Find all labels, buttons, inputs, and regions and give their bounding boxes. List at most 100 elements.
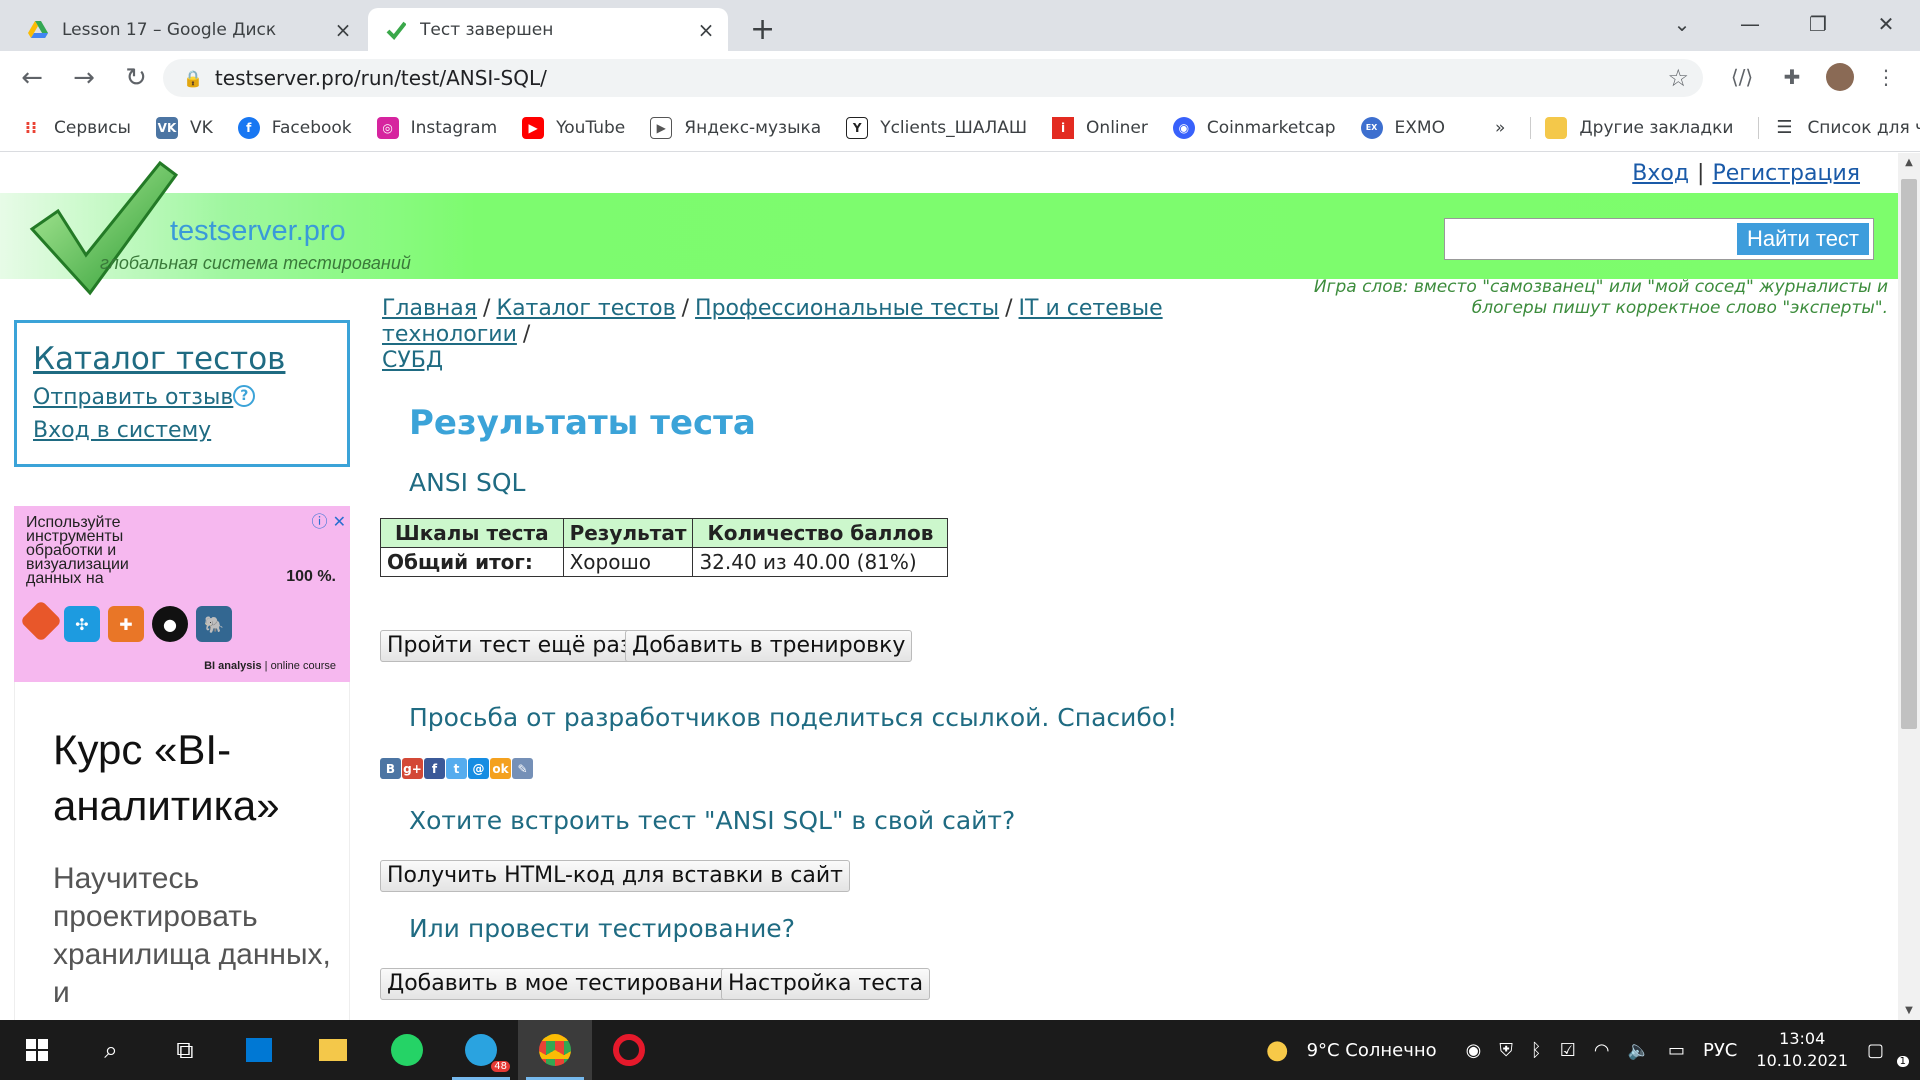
windows-start-icon[interactable] [0,1020,74,1080]
search-button[interactable]: Найти тест [1736,223,1869,255]
close-tab-icon[interactable]: × [696,20,716,40]
file-explorer-icon[interactable] [296,1020,370,1080]
git-icon [19,599,63,643]
tray-app-icon[interactable]: ◉ [1466,1040,1482,1061]
scroll-up-icon[interactable]: ▲ [1898,157,1920,168]
breadcrumb: Главная / Каталог тестов / Профессиональные … [382,296,1262,374]
search-icon[interactable]: ⌕ [74,1020,148,1080]
shield-icon[interactable]: ⛨ [1499,1040,1513,1061]
logo-tagline: глобальная система тестирований [100,253,411,273]
page-scrollbar[interactable]: ▲ ▼ [1898,153,1920,1020]
odnoklassniki-share-icon[interactable]: ok [490,758,511,779]
ad-course[interactable]: Курс «BI-аналитика» Научитесь проектиров… [14,682,350,1020]
whatsapp-icon[interactable] [370,1020,444,1080]
vk-share-icon[interactable]: B [380,758,401,779]
facebook-share-icon[interactable]: f [424,758,445,779]
bookmark-item[interactable]: ◉ Coinmarketcap [1172,116,1336,139]
lock-icon[interactable]: 🔒 [183,69,203,88]
reading-list-button[interactable]: ☰ Список для чтения [1758,116,1920,139]
store-icon[interactable] [222,1020,296,1080]
twitter-share-icon[interactable]: t [446,758,467,779]
folder-icon [1545,116,1568,139]
add-to-my-testing-button[interactable]: Добавить в мое тестирование [380,968,744,1000]
chrome-icon[interactable] [518,1020,592,1080]
extensions-puzzle-icon[interactable]: ✚ [1778,63,1806,91]
mailru-share-icon[interactable]: @ [468,758,489,779]
sidebar-login-link[interactable]: Вход в систему [33,418,331,443]
breadcrumb-home[interactable]: Главная [382,296,477,321]
close-window-button[interactable]: ✕ [1852,12,1920,36]
back-icon[interactable]: ← [12,63,52,93]
reload-icon[interactable]: ↻ [116,63,156,93]
bookmark-item[interactable]: Другие закладки [1530,116,1733,139]
clock[interactable]: 13:04 10.10.2021 [1756,1028,1848,1072]
breadcrumb-dbms[interactable]: СУБД [382,348,443,373]
restore-button[interactable]: ❐ [1784,12,1852,36]
help-icon[interactable]: ? [233,385,256,407]
login-link[interactable]: Вход [1632,161,1689,186]
minimize-button[interactable]: — [1716,12,1784,36]
bookmark-item[interactable]: ▶ YouTube [522,116,625,139]
scrollbar-thumb[interactable] [1901,179,1917,729]
get-html-code-button[interactable]: Получить HTML-код для вставки в сайт [380,860,850,892]
bookmark-item[interactable]: Y Yclients_ШАЛАШ [846,116,1027,139]
bookmark-item[interactable]: ◎ Instagram [376,116,497,139]
bookmark-item[interactable]: ▶ Яндекс-музыка [650,116,822,139]
ad-course-text: Научитесь проектировать хранилища данных… [53,862,331,1009]
volume-icon[interactable]: 🔈 [1628,1040,1650,1061]
share-icons: B g+ f t @ ok ✎ [380,758,533,779]
sidebar-feedback-link[interactable]: Отправить отзыв [33,385,233,410]
forward-icon[interactable]: → [64,63,104,93]
bookmark-item[interactable]: i Onliner [1052,116,1148,139]
test-settings-button[interactable]: Настройка теста [721,968,931,1000]
breadcrumb-professional[interactable]: Профессиональные тесты [695,296,999,321]
code-extension-icon[interactable]: ⟨/⟩ [1728,63,1756,91]
ad-banner[interactable]: Используйте инструменты обработки и визу… [14,506,350,682]
notifications-icon[interactable]: ▢ 1 [1867,1040,1911,1067]
sidebar-catalog-link[interactable]: Каталог тестов [33,341,331,377]
address-bar[interactable]: 🔒 testserver.pro/run/test/ANSI-SQL/ ☆ [163,59,1703,97]
ad-choices-icon[interactable]: ⓘ ✕ [312,508,347,532]
bookmark-item[interactable]: VK VK [155,116,213,139]
instagram-icon: ◎ [376,116,399,139]
clock-date: 10.10.2021 [1756,1051,1848,1070]
weather-text[interactable]: 9°C Солнечно [1307,1040,1437,1061]
bookmark-label: Яндекс-музыка [684,117,822,138]
google-plus-share-icon[interactable]: g+ [402,758,423,779]
tab-test-finished[interactable]: Тест завершен × [368,8,728,51]
language-indicator[interactable]: РУС [1703,1040,1737,1061]
results-table: Шкалы теста Результат Количество баллов … [380,518,949,577]
register-link[interactable]: Регистрация [1712,161,1860,186]
wifi-icon[interactable]: ◠ [1594,1040,1610,1061]
column-header: Результат [562,518,694,548]
task-view-icon[interactable]: ⧉ [148,1020,222,1080]
add-training-button[interactable]: Добавить в тренировку [625,630,913,662]
tab-search-icon[interactable]: ⌄ [1648,12,1716,36]
embed-question: Хотите встроить тест "ANSI SQL" в свой с… [409,806,1016,835]
retry-test-button[interactable]: Пройти тест ещё раз [380,630,639,662]
logo-name[interactable]: testserver.pro [170,215,346,248]
tab-google-drive[interactable]: Lesson 17 – Google Диск × [10,8,365,51]
profile-avatar[interactable] [1826,63,1854,91]
tray-check-icon[interactable]: ☑ [1560,1040,1576,1061]
site-search-input[interactable]: Найти тест [1444,218,1874,260]
bookmark-item[interactable]: ⁝⁝ Сервисы [20,116,131,139]
close-tab-icon[interactable]: × [333,20,353,40]
bookmark-item[interactable]: f Facebook [237,116,352,139]
score-cell: 32.40 из 40.00 (81%) [692,547,949,577]
breadcrumb-catalog[interactable]: Каталог тестов [496,296,675,321]
telegram-icon[interactable]: 48 [444,1020,518,1080]
bookmark-item[interactable]: EX EXMO [1360,116,1445,139]
opera-icon[interactable] [592,1020,666,1080]
page-title: Результаты теста [409,403,756,443]
weather-sun-icon[interactable]: ● [1266,1035,1289,1065]
livejournal-share-icon[interactable]: ✎ [512,758,533,779]
menu-kebab-icon[interactable]: ⋮ [1872,63,1900,91]
bluetooth-icon[interactable]: ᛒ [1531,1040,1542,1061]
more-bookmarks-button[interactable]: » [1495,118,1505,138]
scroll-down-icon[interactable]: ▼ [1898,1005,1920,1016]
bookmark-star-icon[interactable]: ☆ [1667,64,1689,92]
battery-icon[interactable]: ▭ [1668,1040,1685,1061]
new-tab-button[interactable]: + [750,12,775,47]
tab-strip: Lesson 17 – Google Диск × Тест завершен … [0,0,1920,51]
